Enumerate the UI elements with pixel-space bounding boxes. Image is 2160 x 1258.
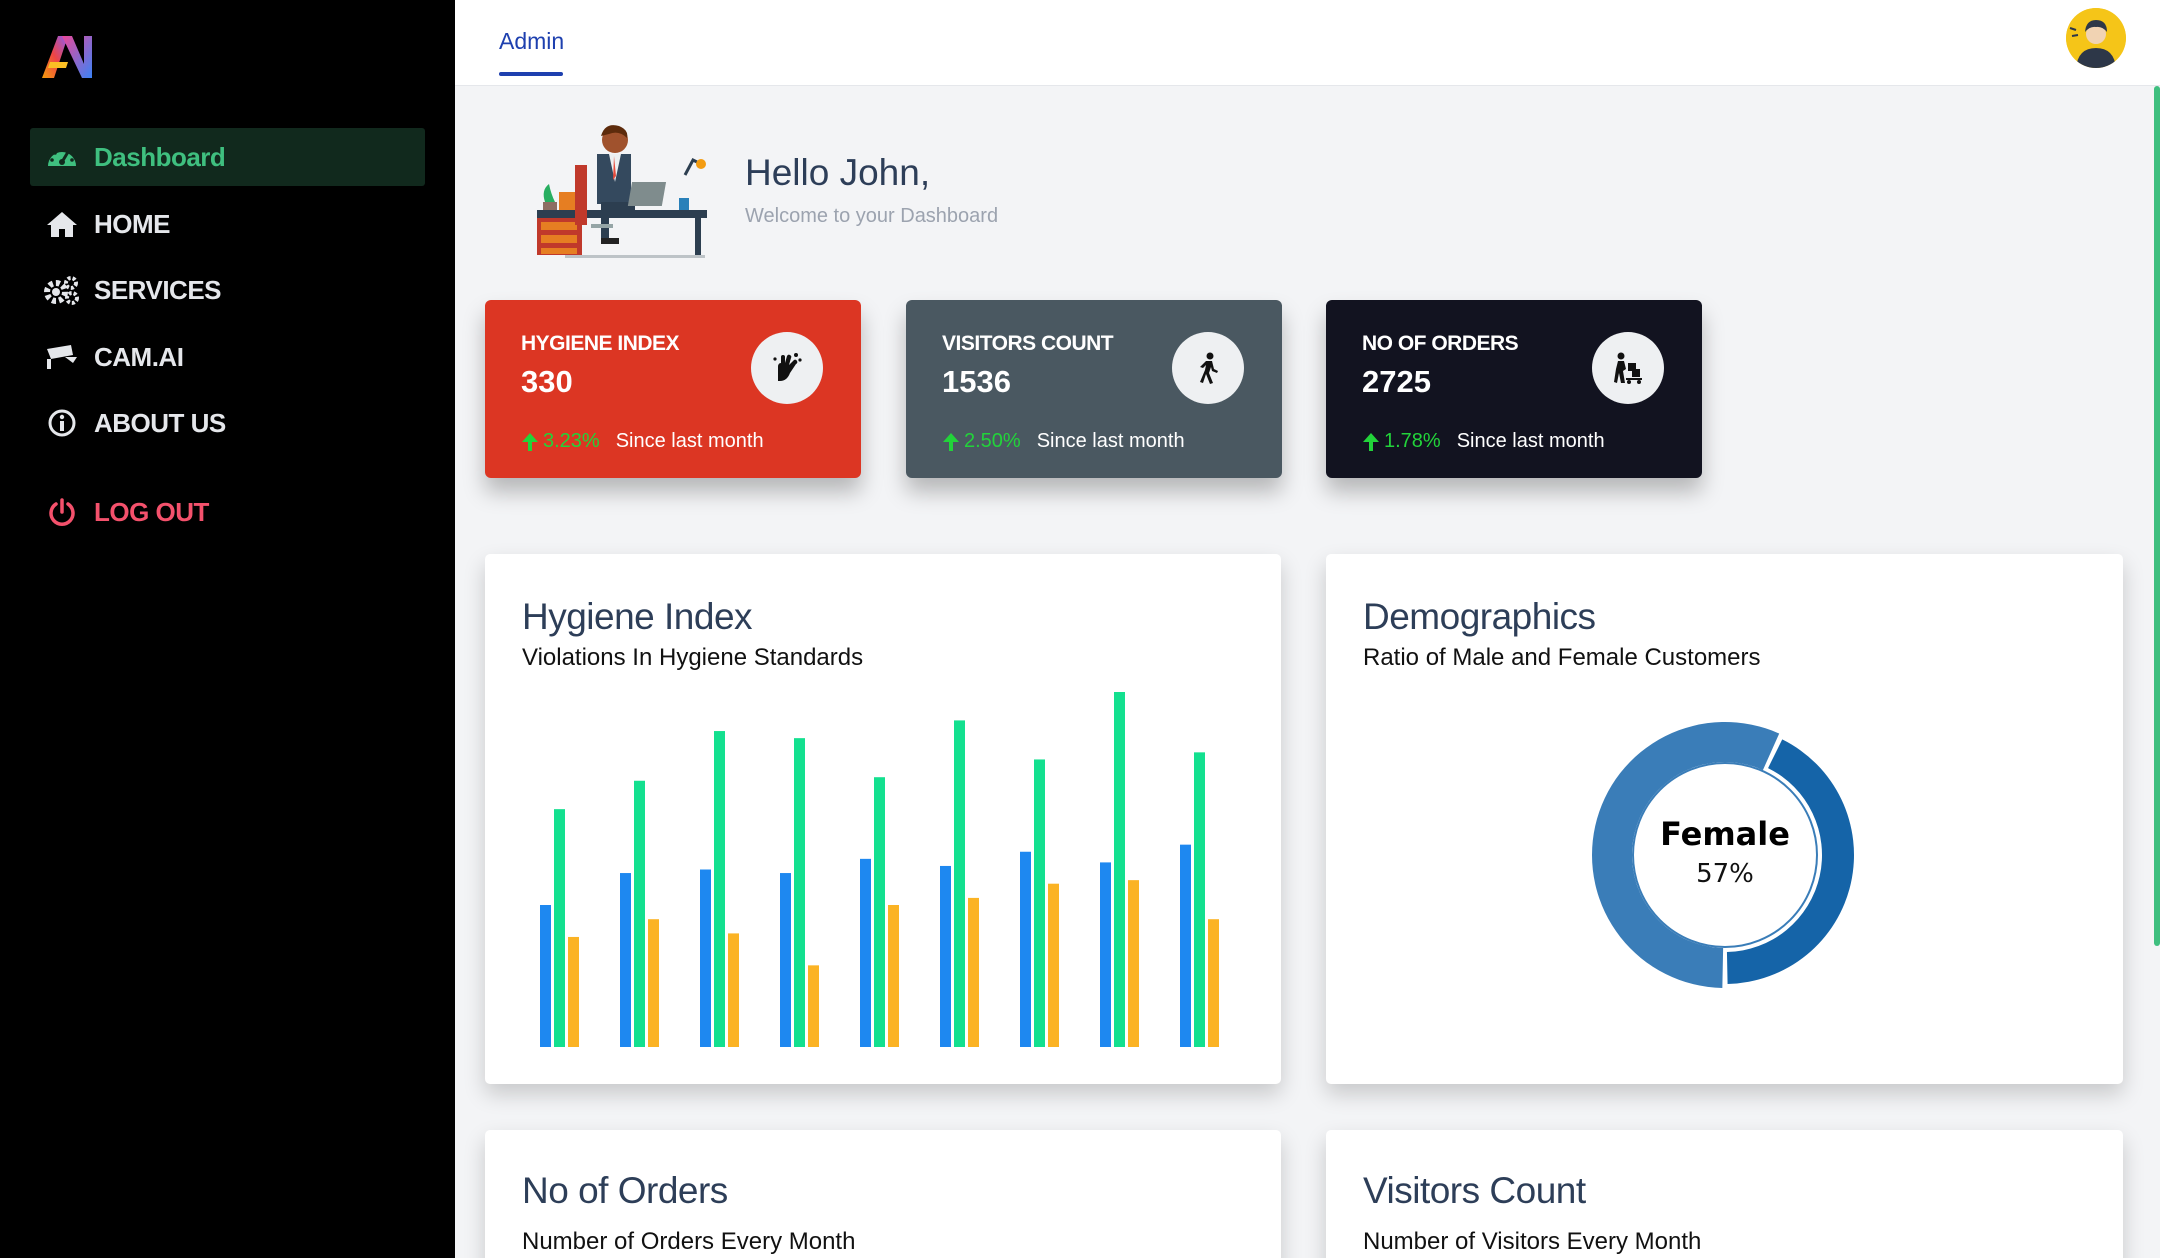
- sidebar-item-label: Dashboard: [94, 141, 226, 172]
- arrow-up-icon: [1363, 432, 1379, 451]
- tab-admin[interactable]: Admin: [499, 28, 564, 55]
- sidebar-item-dashboard[interactable]: Dashboard: [30, 128, 425, 186]
- dashboard-gauge-icon: [44, 141, 80, 173]
- logout-label: LOG OUT: [94, 496, 209, 527]
- sidebar-item-label: SERVICES: [94, 274, 222, 305]
- stat-footer: 1.78% Since last month: [1362, 430, 1605, 453]
- stat-change-value: 2.50%: [964, 430, 1021, 452]
- stat-label: NO OF ORDERS: [1362, 332, 1519, 355]
- bar-series1-cat1: [540, 905, 551, 1047]
- arrow-up-icon: [522, 432, 538, 451]
- gears-icon: [44, 274, 80, 306]
- stat-value: 330: [521, 364, 573, 399]
- sidebar-item-label: ABOUT US: [94, 407, 226, 438]
- bar-series3-cat7: [1048, 883, 1059, 1047]
- home-icon: [44, 208, 80, 240]
- walking-person-icon: [1172, 332, 1244, 404]
- welcome-greeting: Hello John,: [745, 152, 931, 193]
- bar-series2-cat7: [1034, 759, 1045, 1047]
- donut-inner-ring: [1632, 762, 1818, 948]
- bar-series2-cat5: [874, 777, 885, 1047]
- bar-series3-cat4: [808, 965, 819, 1047]
- sidebar-item-cam-ai[interactable]: CAM.AI: [30, 328, 425, 386]
- stat-change-value: 1.78%: [1384, 430, 1441, 452]
- power-icon: [44, 496, 80, 528]
- security-camera-icon: [44, 341, 80, 373]
- visitors-panel: Visitors Count Number of Visitors Every …: [1326, 1130, 2123, 1258]
- welcome-subtitle: Welcome to your Dashboard: [745, 205, 999, 227]
- stat-change: 2.50%: [942, 430, 1021, 453]
- hygiene-index-panel: Hygiene Index Violations In Hygiene Stan…: [485, 554, 1281, 1084]
- stat-since: Since last month: [1456, 430, 1605, 452]
- panel-title: No of Orders: [522, 1170, 728, 1211]
- stat-label: HYGIENE INDEX: [521, 332, 680, 355]
- demographics-donut-chart: Female 57%: [1585, 715, 1865, 995]
- panel-subtitle: Number of Orders Every Month: [522, 1228, 856, 1255]
- bar-series1-cat6: [940, 865, 951, 1047]
- app-logo[interactable]: [38, 30, 94, 82]
- hygiene-bar-chart: [540, 692, 1219, 1047]
- info-icon: [44, 407, 80, 439]
- bar-series2-cat8: [1114, 692, 1125, 1047]
- donut-center-label: Female: [1660, 815, 1790, 853]
- sidebar-item-home[interactable]: HOME: [30, 195, 425, 253]
- sidebar-item-label: HOME: [94, 208, 171, 239]
- bar-series3-cat5: [888, 905, 899, 1047]
- delivery-cart-icon: [1592, 332, 1664, 404]
- bar-series3-cat2: [648, 919, 659, 1047]
- panel-title: Visitors Count: [1363, 1170, 1586, 1211]
- donut-center-value: 57%: [1696, 859, 1754, 889]
- panel-subtitle: Number of Visitors Every Month: [1363, 1228, 1702, 1255]
- bar-series1-cat7: [1020, 851, 1031, 1047]
- bar-series2-cat9: [1194, 752, 1205, 1047]
- stat-change-value: 3.23%: [543, 430, 600, 452]
- logout-button[interactable]: LOG OUT: [30, 483, 425, 541]
- bar-series3-cat3: [728, 933, 739, 1047]
- user-avatar[interactable]: [2066, 8, 2126, 68]
- bar-series1-cat8: [1100, 862, 1111, 1047]
- sidebar-item-about-us[interactable]: ABOUT US: [30, 394, 425, 452]
- stat-label: VISITORS COUNT: [942, 332, 1114, 355]
- stat-card-orders[interactable]: NO OF ORDERS 2725 1.78% Since last month: [1326, 300, 1702, 478]
- bar-series2-cat1: [554, 809, 565, 1047]
- bar-series2-cat3: [714, 731, 725, 1047]
- bar-series3-cat1: [568, 936, 579, 1047]
- panel-title: Demographics: [1363, 596, 1596, 637]
- stat-value: 1536: [942, 364, 1011, 399]
- arrow-up-icon: [943, 432, 959, 451]
- bar-series1-cat5: [860, 858, 871, 1047]
- hand-wash-icon: [751, 332, 823, 404]
- sidebar-item-services[interactable]: SERVICES: [30, 261, 425, 319]
- bar-series3-cat6: [968, 897, 979, 1047]
- bar-series2-cat2: [634, 780, 645, 1047]
- donut-slice-female: [1592, 722, 1780, 988]
- bar-series1-cat3: [700, 869, 711, 1047]
- orders-panel: No of Orders Number of Orders Every Mont…: [485, 1130, 1281, 1258]
- stat-footer: 2.50% Since last month: [942, 430, 1185, 453]
- stat-since: Since last month: [1036, 430, 1185, 452]
- bar-series2-cat4: [794, 738, 805, 1047]
- scrollbar[interactable]: [2154, 86, 2160, 946]
- bar-series1-cat2: [620, 873, 631, 1047]
- tab-active-indicator: [499, 72, 563, 76]
- top-bar: Admin: [455, 0, 2160, 86]
- bar-series1-cat9: [1180, 844, 1191, 1047]
- stat-since: Since last month: [615, 430, 764, 452]
- stat-change: 3.23%: [521, 430, 600, 453]
- bar-series3-cat8: [1128, 880, 1139, 1047]
- office-worker-illustration: [537, 125, 707, 258]
- sidebar: Dashboard HOME SERVICES CAM.AI ABOUT US …: [0, 0, 455, 1258]
- stat-value: 2725: [1362, 364, 1431, 399]
- stat-change: 1.78%: [1362, 430, 1441, 453]
- stat-card-hygiene[interactable]: HYGIENE INDEX 330 3.23% Since last month: [485, 300, 861, 478]
- bar-series1-cat4: [780, 873, 791, 1047]
- sidebar-item-label: CAM.AI: [94, 341, 184, 372]
- panel-subtitle: Ratio of Male and Female Customers: [1363, 644, 1761, 671]
- bar-series3-cat9: [1208, 919, 1219, 1047]
- bar-series2-cat6: [954, 720, 965, 1047]
- stat-card-visitors[interactable]: VISITORS COUNT 1536 2.50% Since last mon…: [906, 300, 1282, 478]
- stat-footer: 3.23% Since last month: [521, 430, 764, 453]
